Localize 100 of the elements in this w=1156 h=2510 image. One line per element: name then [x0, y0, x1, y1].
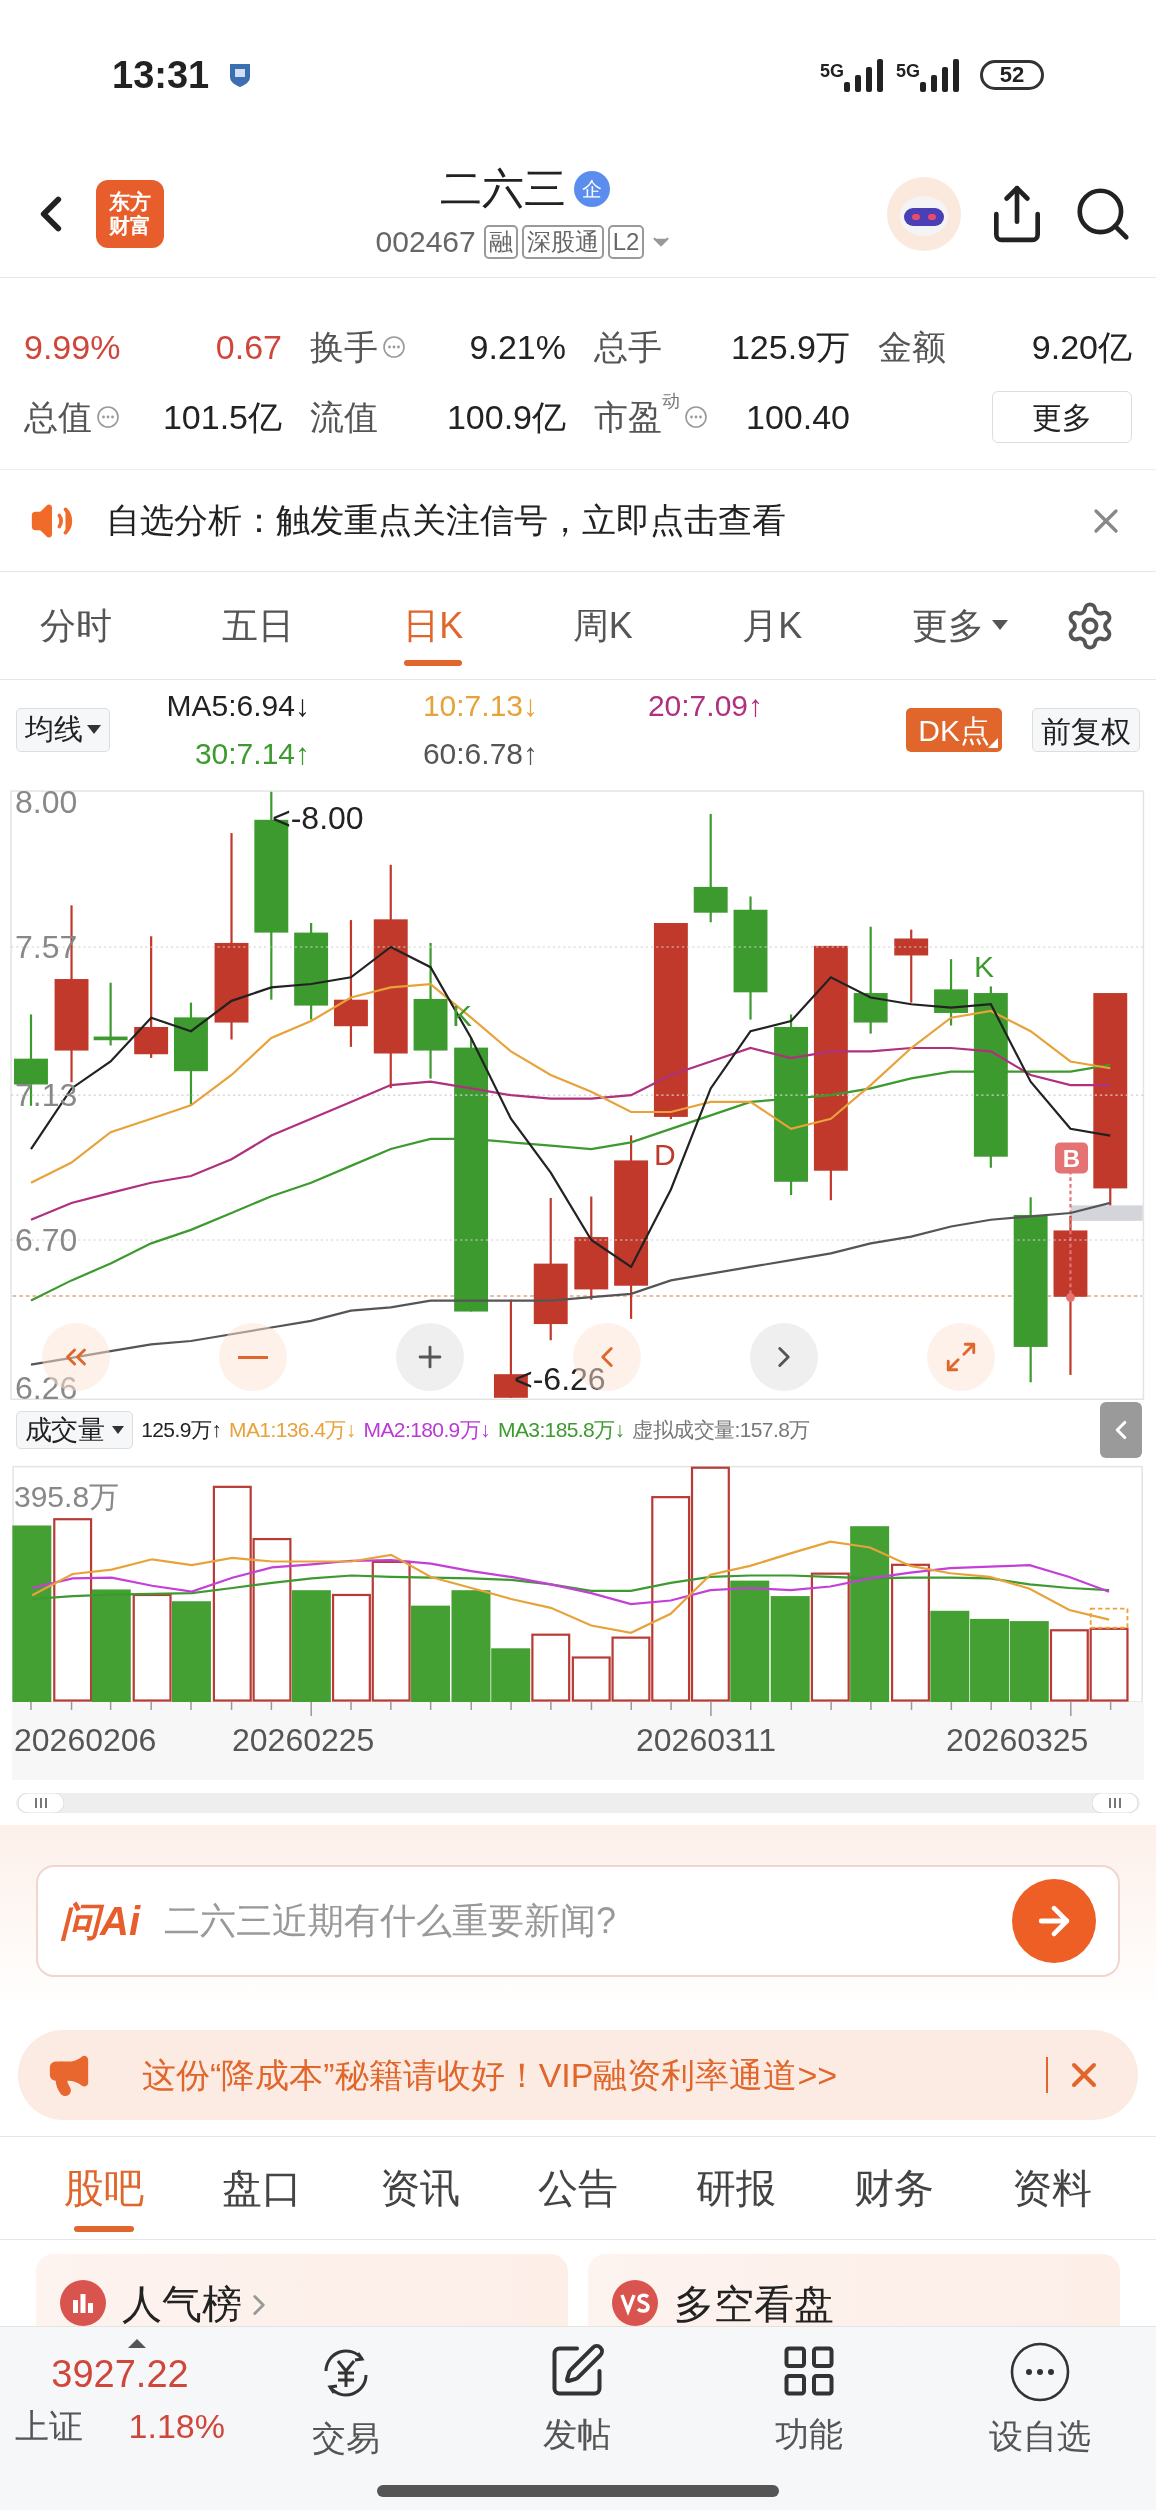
drag-handle-icon[interactable]: [18, 1792, 64, 1813]
estimated-volume-outline: [1089, 1607, 1129, 1629]
feature-card[interactable]: 多空看盘: [588, 2254, 1120, 2326]
moving-average-value: 20:7.09↑: [646, 688, 763, 724]
network-type-label: 5G: [896, 60, 920, 83]
ellipsis-circle-icon[interactable]: [684, 405, 708, 429]
stock-tag: 深股通: [521, 224, 604, 259]
date-axis-label: 20260225: [232, 1724, 375, 1756]
index-value: 3927.22: [51, 2352, 189, 2397]
signal-bars-icon: [844, 58, 884, 92]
price-axis-label: 6.70: [15, 1224, 78, 1257]
content-tab[interactable]: 研报: [696, 2136, 776, 2240]
corner-triangle-icon: [988, 738, 998, 748]
moving-average-value: MA5:6.94↓: [165, 688, 310, 724]
content-tab[interactable]: 盘口: [222, 2136, 302, 2240]
question-input[interactable]: 二六三近期有什么重要新闻?: [164, 1894, 1012, 1948]
stat-label: 市盈: [594, 397, 662, 438]
content-tab[interactable]: 资讯: [380, 2136, 460, 2240]
moving-average-value: 60:6.78↑: [421, 736, 538, 772]
enterprise-badge: 企: [574, 171, 610, 207]
stat-label: 流值: [310, 396, 378, 438]
minus-icon: [238, 1355, 268, 1359]
robot-avatar-icon[interactable]: [886, 175, 962, 252]
battery-indicator: 52: [980, 60, 1044, 90]
card-title: 人气榜: [122, 2281, 242, 2326]
stat-label: 总手: [594, 326, 662, 368]
caret-icon: [87, 725, 101, 735]
stock-tag: 融: [483, 224, 518, 259]
price-extreme-label: <-6.26: [514, 1363, 606, 1395]
virtual-volume: 虚拟成交量:157.8万: [632, 1417, 810, 1444]
stock-name: 二六三: [440, 163, 566, 214]
moving-average-value: 30:7.14↑: [193, 736, 310, 772]
stat-value: 9.21%: [469, 326, 566, 368]
date-axis-label: 20260311: [636, 1724, 776, 1756]
nav-item[interactable]: 设自选: [970, 2341, 1111, 2467]
logo-text: 财富: [109, 213, 151, 238]
chart-tab[interactable]: 周K: [572, 571, 633, 680]
change-percent: 9.99%: [24, 326, 121, 368]
content-tab[interactable]: 资料: [1012, 2136, 1092, 2240]
market-index-widget[interactable]: 3927.22 上证 1.18%: [0, 2341, 230, 2467]
price-adjust-button[interactable]: 前复权: [1032, 708, 1140, 752]
signal-bars-icon: [920, 58, 960, 92]
candlestick: [934, 959, 968, 1026]
stock-tag: L2: [607, 224, 645, 259]
chart-tab[interactable]: 更多: [911, 571, 1008, 680]
stat-value: 9.20亿: [1031, 326, 1132, 368]
volume-average-value: MA1:136.4万↓: [229, 1417, 356, 1444]
stock-code: 002467: [375, 224, 476, 261]
drag-handle-icon[interactable]: [1092, 1792, 1138, 1813]
caret-icon: [112, 1425, 125, 1435]
stat-value: 125.9万: [730, 326, 850, 368]
index-change: 1.18%: [128, 2406, 225, 2447]
stat-label: 总值: [24, 396, 92, 438]
ellipsis-circle-icon[interactable]: [96, 405, 120, 429]
stat-label: 金额: [878, 326, 946, 368]
nav-item[interactable]: 功能: [738, 2341, 879, 2467]
chart-tab[interactable]: 月K: [742, 571, 803, 680]
expand-icon: [944, 1340, 978, 1374]
logo-text: 东方: [109, 189, 151, 214]
volume-current: 125.9万↑: [141, 1417, 222, 1444]
more-circle-icon: [1009, 2341, 1072, 2403]
chart-control-button[interactable]: [219, 1323, 287, 1391]
nav-item[interactable]: 发帖: [507, 2341, 648, 2467]
volume-average-value: MA2:180.9万↓: [363, 1417, 490, 1444]
stat-value: 100.9亿: [446, 396, 566, 438]
collapse-button[interactable]: [1100, 1402, 1142, 1458]
price-axis-label: 8.00: [15, 786, 78, 819]
network-type-label: 5G: [819, 60, 844, 83]
feature-card[interactable]: 人气榜: [36, 2254, 568, 2326]
status-time: 13:31: [112, 52, 210, 98]
chart-tab[interactable]: 五日: [221, 571, 294, 680]
signal-marker: K: [974, 952, 994, 982]
card-title: 多空看盘: [674, 2281, 834, 2326]
content-tab[interactable]: 公告: [538, 2136, 618, 2240]
moving-average-value: 10:7.13↓: [421, 688, 538, 724]
range-scrollbar[interactable]: [16, 1792, 1140, 1813]
indicator-selector[interactable]: 均线: [16, 708, 110, 752]
shield-icon: [229, 62, 252, 88]
stat-value: 100.40: [746, 396, 850, 438]
nav-item[interactable]: 交易: [275, 2341, 416, 2467]
stat-superscript: 动: [662, 389, 680, 411]
chart-tab[interactable]: 分时: [40, 571, 112, 680]
volume-average-value: MA3:185.8万↓: [498, 1417, 625, 1444]
candlestick: [93, 982, 128, 1046]
price-axis-label: 6.26: [15, 1372, 78, 1405]
tab-underline: [74, 2225, 134, 2232]
tab-underline: [404, 659, 463, 666]
index-name: 上证: [15, 2406, 83, 2447]
stat-label: 换手: [310, 326, 378, 368]
notice-text[interactable]: 自选分析：触发重点关注信号，立即点击查看: [106, 495, 1086, 546]
date-axis-label: 20260325: [946, 1724, 1089, 1756]
volume-selector[interactable]: 成交量: [16, 1411, 134, 1449]
more-button[interactable]: 更多: [992, 391, 1132, 443]
caret-up-icon: [128, 2339, 146, 2348]
stat-value: 101.5亿: [162, 396, 282, 438]
date-axis-label: 20260206: [14, 1724, 157, 1756]
ellipsis-circle-icon[interactable]: [382, 335, 406, 359]
signal-marker: D: [654, 1140, 676, 1170]
content-tab[interactable]: 财务: [854, 2136, 934, 2240]
volume-axis-label: 395.8万: [14, 1482, 120, 1512]
